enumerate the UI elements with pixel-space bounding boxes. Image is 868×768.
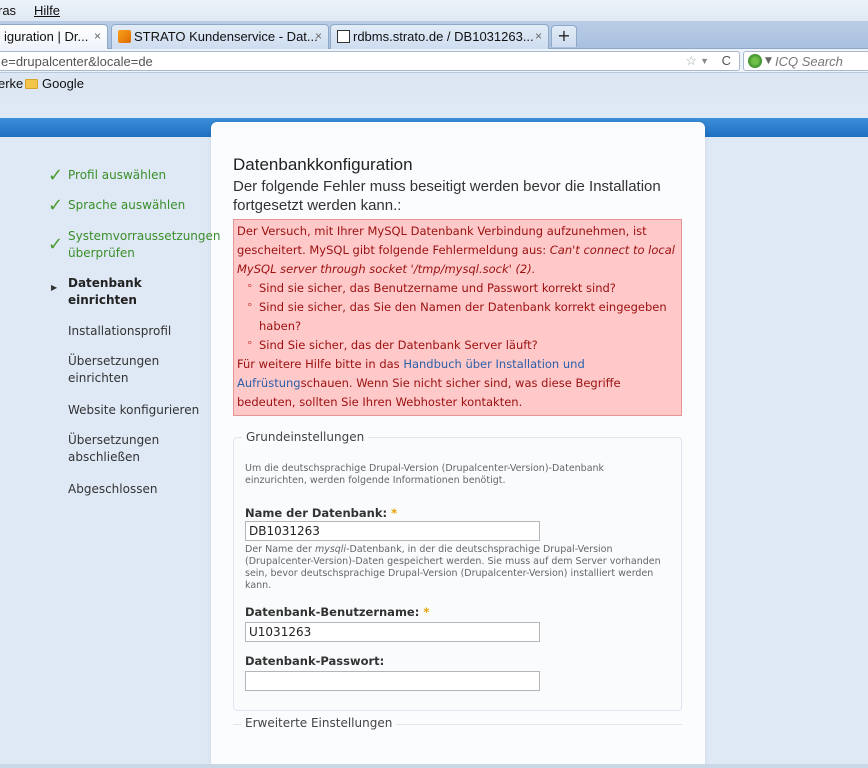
db-name-help: Der Name der mysqli-Datenbank, in der di… [245, 544, 661, 591]
bookmark-lesezeichen[interactable]: erke [0, 76, 23, 91]
search-bar[interactable]: ▼ ICQ Search [743, 51, 868, 71]
db-name-label: Name der Datenbank: * [245, 506, 398, 520]
advanced-settings-legend[interactable]: Erweiterte Einstellungen [241, 716, 397, 730]
tab-label: rdbms.strato.de / DB1031263... [353, 29, 534, 44]
menu-bar: ras Hilfe [0, 0, 868, 21]
error-intro: Der Versuch, mit Ihrer MySQL Datenbank V… [237, 224, 675, 276]
list-item: Sind sie sicher, das Sie den Namen der D… [237, 298, 678, 336]
close-icon[interactable]: × [94, 29, 101, 43]
form-description: Um die deutschsprachige Drupal-Version (… [245, 463, 605, 486]
url-bar[interactable]: e=drupalcenter&locale=de ☆ ▼ C [0, 51, 740, 71]
check-icon: ✓ [48, 234, 64, 255]
advanced-settings-fieldset[interactable]: Erweiterte Einstellungen [233, 716, 682, 730]
bookmarks-bar: erke Google [0, 73, 868, 97]
page-subtitle: Der folgende Fehler muss beseitigt werde… [233, 178, 661, 214]
star-icon[interactable]: ☆ [685, 53, 697, 69]
db-name-input[interactable] [245, 521, 540, 541]
new-tab-button[interactable]: + [551, 25, 577, 47]
fieldset-legend: Grundeinstellungen [242, 430, 369, 444]
check-icon: ✓ [48, 195, 64, 216]
tab-bar: iguration | Dr... × STRATO Kundenservice… [0, 21, 868, 50]
required-marker: * [423, 605, 430, 619]
error-help: Für weitere Hilfe bitte in das Handbuch … [237, 357, 621, 409]
basic-settings-fieldset: Grundeinstellungen Um die deutschsprachi… [233, 430, 682, 711]
db-user-label: Datenbank-Benutzername: * [245, 605, 430, 619]
page-favicon-icon [337, 30, 350, 43]
tab-drupal-config[interactable]: iguration | Dr... × [0, 24, 108, 50]
chevron-down-icon[interactable]: ▼ [700, 56, 709, 66]
folder-icon [25, 79, 38, 89]
page: ✓ Profil auswählen ✓ Sprache auswählen ✓… [0, 97, 868, 768]
error-message: Der Versuch, mit Ihrer MySQL Datenbank V… [233, 219, 682, 416]
chevron-down-icon[interactable]: ▼ [765, 56, 772, 66]
tab-strato[interactable]: STRATO Kundenservice - Dat... × [111, 24, 329, 49]
arrow-right-icon: ▶ [51, 283, 58, 292]
db-user-input[interactable] [245, 622, 540, 642]
menu-hilfe[interactable]: Hilfe [34, 3, 60, 18]
db-pass-input[interactable] [245, 671, 540, 691]
error-checklist: Sind sie sicher, das Benutzername und Pa… [237, 279, 678, 355]
tab-label: STRATO Kundenservice - Dat... [134, 29, 318, 44]
status-bar [0, 764, 868, 768]
list-item: Sind Sie sicher, das der Datenbank Serve… [237, 336, 678, 355]
tab-label: iguration | Dr... [4, 29, 89, 44]
db-pass-label: Datenbank-Passwort: [245, 654, 385, 668]
menu-extras[interactable]: ras [0, 3, 16, 18]
search-input[interactable]: ICQ Search [775, 54, 843, 69]
check-icon: ✓ [48, 165, 64, 186]
required-marker: * [391, 506, 398, 520]
reload-icon[interactable]: C [722, 53, 731, 68]
nav-bar: e=drupalcenter&locale=de ☆ ▼ C ▼ ICQ Sea… [0, 49, 868, 73]
icq-flower-icon[interactable] [748, 54, 762, 68]
main-header: Datenbankkonfiguration Der folgende Fehl… [233, 155, 683, 215]
close-icon[interactable]: × [535, 29, 542, 43]
page-title: Datenbankkonfiguration [233, 155, 413, 174]
url-text: e=drupalcenter&locale=de [1, 54, 153, 69]
strato-favicon-icon [118, 30, 131, 43]
close-icon[interactable]: × [315, 29, 322, 43]
list-item: Sind sie sicher, das Benutzername und Pa… [237, 279, 678, 298]
bookmark-google[interactable]: Google [42, 76, 84, 91]
tab-rdbms[interactable]: rdbms.strato.de / DB1031263... × [330, 24, 549, 49]
